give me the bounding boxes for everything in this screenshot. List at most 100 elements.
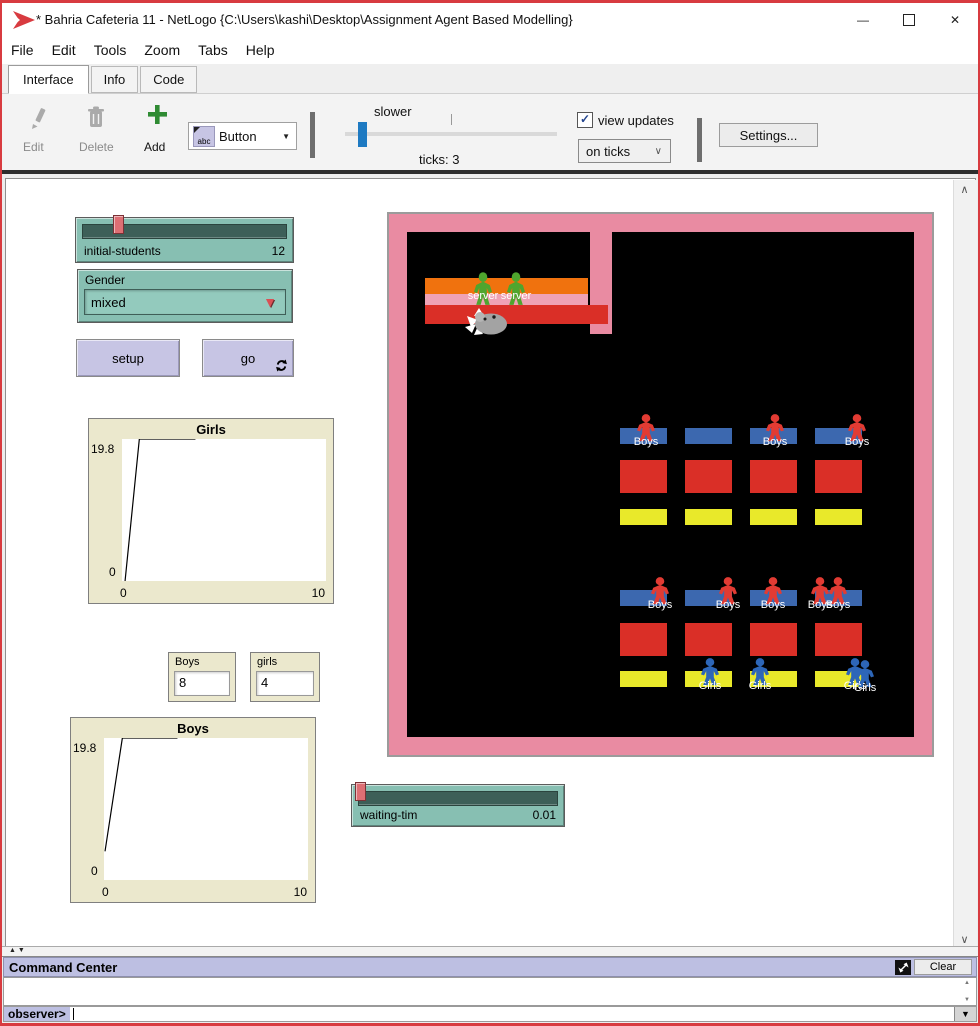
table-rect bbox=[685, 623, 732, 656]
world-view: server server Boys Boys Boys Boys Boys B… bbox=[387, 212, 934, 757]
boys-ymin-tick: 0 bbox=[91, 864, 98, 878]
menu-help[interactable]: Help bbox=[237, 42, 284, 58]
counter-red bbox=[425, 305, 608, 324]
add-plus-icon[interactable] bbox=[147, 104, 167, 124]
diagonal-arrows-icon bbox=[898, 962, 909, 973]
command-input[interactable] bbox=[70, 1007, 954, 1021]
girl-agent: Girls bbox=[854, 660, 876, 688]
settings-button[interactable]: Settings... bbox=[719, 123, 818, 147]
boys-xmax-tick: 10 bbox=[294, 885, 307, 899]
add-button[interactable]: Add bbox=[144, 140, 165, 154]
setup-button[interactable]: setup bbox=[76, 339, 180, 377]
boy-agent: Boys bbox=[762, 577, 784, 605]
girl-label: Girls bbox=[835, 682, 895, 694]
waiting-time-slider-handle[interactable] bbox=[355, 782, 366, 801]
boy-agent: Boys bbox=[827, 577, 849, 605]
boy-label: Boys bbox=[616, 436, 676, 448]
girls-plot: Girls 19.8 0 0 10 bbox=[88, 418, 334, 604]
widget-type-dropdown[interactable]: abc Button ▼ bbox=[188, 122, 297, 150]
menu-file[interactable]: File bbox=[2, 42, 43, 58]
boys-plot-line bbox=[104, 738, 308, 880]
chooser-triangle-icon: ▼ bbox=[263, 294, 277, 310]
table-rect bbox=[620, 623, 667, 656]
tab-interface[interactable]: Interface bbox=[8, 65, 89, 94]
boy-label: Boys bbox=[745, 436, 805, 448]
boys-monitor-label: Boys bbox=[175, 656, 199, 668]
menu-tools[interactable]: Tools bbox=[85, 42, 136, 58]
menu-edit[interactable]: Edit bbox=[43, 42, 85, 58]
speed-slider-handle[interactable] bbox=[358, 122, 367, 147]
title-bar[interactable]: * Bahria Cafeteria 11 - NetLogo {C:\User… bbox=[2, 3, 978, 36]
maximize-icon bbox=[903, 14, 915, 26]
update-mode-select[interactable]: on ticks ∨ bbox=[578, 139, 671, 163]
view-updates-checkbox[interactable]: ✓ bbox=[577, 112, 593, 128]
menu-tabs[interactable]: Tabs bbox=[189, 42, 237, 58]
table-rect bbox=[750, 460, 797, 493]
interface-toolbar: Edit Delete Add abc Button ▼ slower tick… bbox=[2, 94, 978, 170]
girls-monitor: girls 4 bbox=[250, 652, 320, 702]
clear-button[interactable]: Clear bbox=[914, 959, 972, 975]
minimize-button[interactable]: — bbox=[840, 3, 886, 36]
girls-plot-area bbox=[122, 439, 326, 581]
edit-pencil-icon[interactable] bbox=[28, 106, 46, 130]
button-widget-icon: abc bbox=[193, 126, 215, 147]
command-output-area: ▲ ▼ bbox=[3, 977, 977, 1006]
view-updates-label: view updates bbox=[598, 113, 674, 128]
boys-plot-area bbox=[104, 738, 308, 880]
seat-rect bbox=[685, 509, 732, 525]
scroll-up-icon[interactable]: ∧ bbox=[953, 181, 976, 199]
toolbar-separator bbox=[310, 112, 315, 158]
boys-monitor: Boys 8 bbox=[168, 652, 236, 702]
gender-dropdown[interactable]: mixed ▼ bbox=[84, 289, 286, 315]
plot-line bbox=[105, 738, 177, 851]
netlogo-window: * Bahria Cafeteria 11 - NetLogo {C:\User… bbox=[0, 0, 980, 1026]
output-scroll-down-icon[interactable]: ▼ bbox=[961, 997, 973, 1003]
ticks-counter: ticks: 3 bbox=[419, 152, 459, 167]
edit-button[interactable]: Edit bbox=[23, 140, 44, 154]
command-history-dropdown[interactable]: ▼ bbox=[954, 1007, 976, 1021]
setup-button-label: setup bbox=[112, 351, 144, 366]
output-scroll-up-icon[interactable]: ▲ bbox=[961, 980, 973, 986]
slider-channel[interactable] bbox=[358, 791, 558, 806]
maximize-button[interactable] bbox=[886, 3, 932, 36]
delete-button[interactable]: Delete bbox=[79, 140, 114, 154]
initial-students-slider-handle[interactable] bbox=[113, 215, 124, 234]
table-rect bbox=[620, 460, 667, 493]
boy-label: Boys bbox=[808, 599, 868, 611]
text-cursor bbox=[73, 1008, 74, 1020]
delete-trash-icon[interactable] bbox=[86, 105, 106, 129]
waiting-time-value: 0.01 bbox=[533, 808, 556, 822]
gender-label: Gender bbox=[85, 273, 125, 287]
seat-rect bbox=[620, 509, 667, 525]
boy-agent: Boys bbox=[717, 577, 739, 605]
command-center-splitter[interactable]: ▲▼ bbox=[2, 946, 978, 957]
tab-code[interactable]: Code bbox=[140, 66, 197, 93]
expand-command-center-button[interactable] bbox=[895, 960, 911, 975]
close-button[interactable]: ✕ bbox=[932, 3, 978, 36]
seat-rect bbox=[620, 671, 667, 687]
seat-rect bbox=[815, 509, 862, 525]
seat-rect bbox=[750, 509, 797, 525]
menu-bar: File Edit Tools Zoom Tabs Help bbox=[2, 36, 978, 64]
menu-zoom[interactable]: Zoom bbox=[135, 42, 189, 58]
boy-agent: Boys bbox=[649, 577, 671, 605]
speed-slider-track[interactable] bbox=[345, 132, 557, 136]
boy-label: Boys bbox=[827, 436, 887, 448]
boy-agent: Boys bbox=[846, 414, 868, 442]
vertical-scrollbar[interactable] bbox=[953, 180, 977, 950]
girl-agent: Girls bbox=[749, 658, 771, 686]
girls-ymax-tick: 19.8 bbox=[91, 442, 114, 456]
tab-info[interactable]: Info bbox=[91, 66, 139, 93]
window-title: * Bahria Cafeteria 11 - NetLogo {C:\User… bbox=[36, 12, 573, 27]
girls-plot-title: Girls bbox=[89, 422, 333, 437]
go-button[interactable]: go bbox=[202, 339, 294, 377]
window-border-top bbox=[0, 0, 980, 3]
table-rect bbox=[815, 623, 862, 656]
splitter-collapse-icons[interactable]: ▲▼ bbox=[9, 947, 27, 954]
netlogo-app-icon bbox=[12, 10, 36, 30]
window-controls: — ✕ bbox=[840, 3, 978, 36]
forever-icon bbox=[275, 359, 288, 372]
table-rect bbox=[750, 623, 797, 656]
command-input-row: observer> ▼ bbox=[3, 1006, 977, 1022]
tab-bar: Interface Info Code bbox=[2, 64, 978, 94]
